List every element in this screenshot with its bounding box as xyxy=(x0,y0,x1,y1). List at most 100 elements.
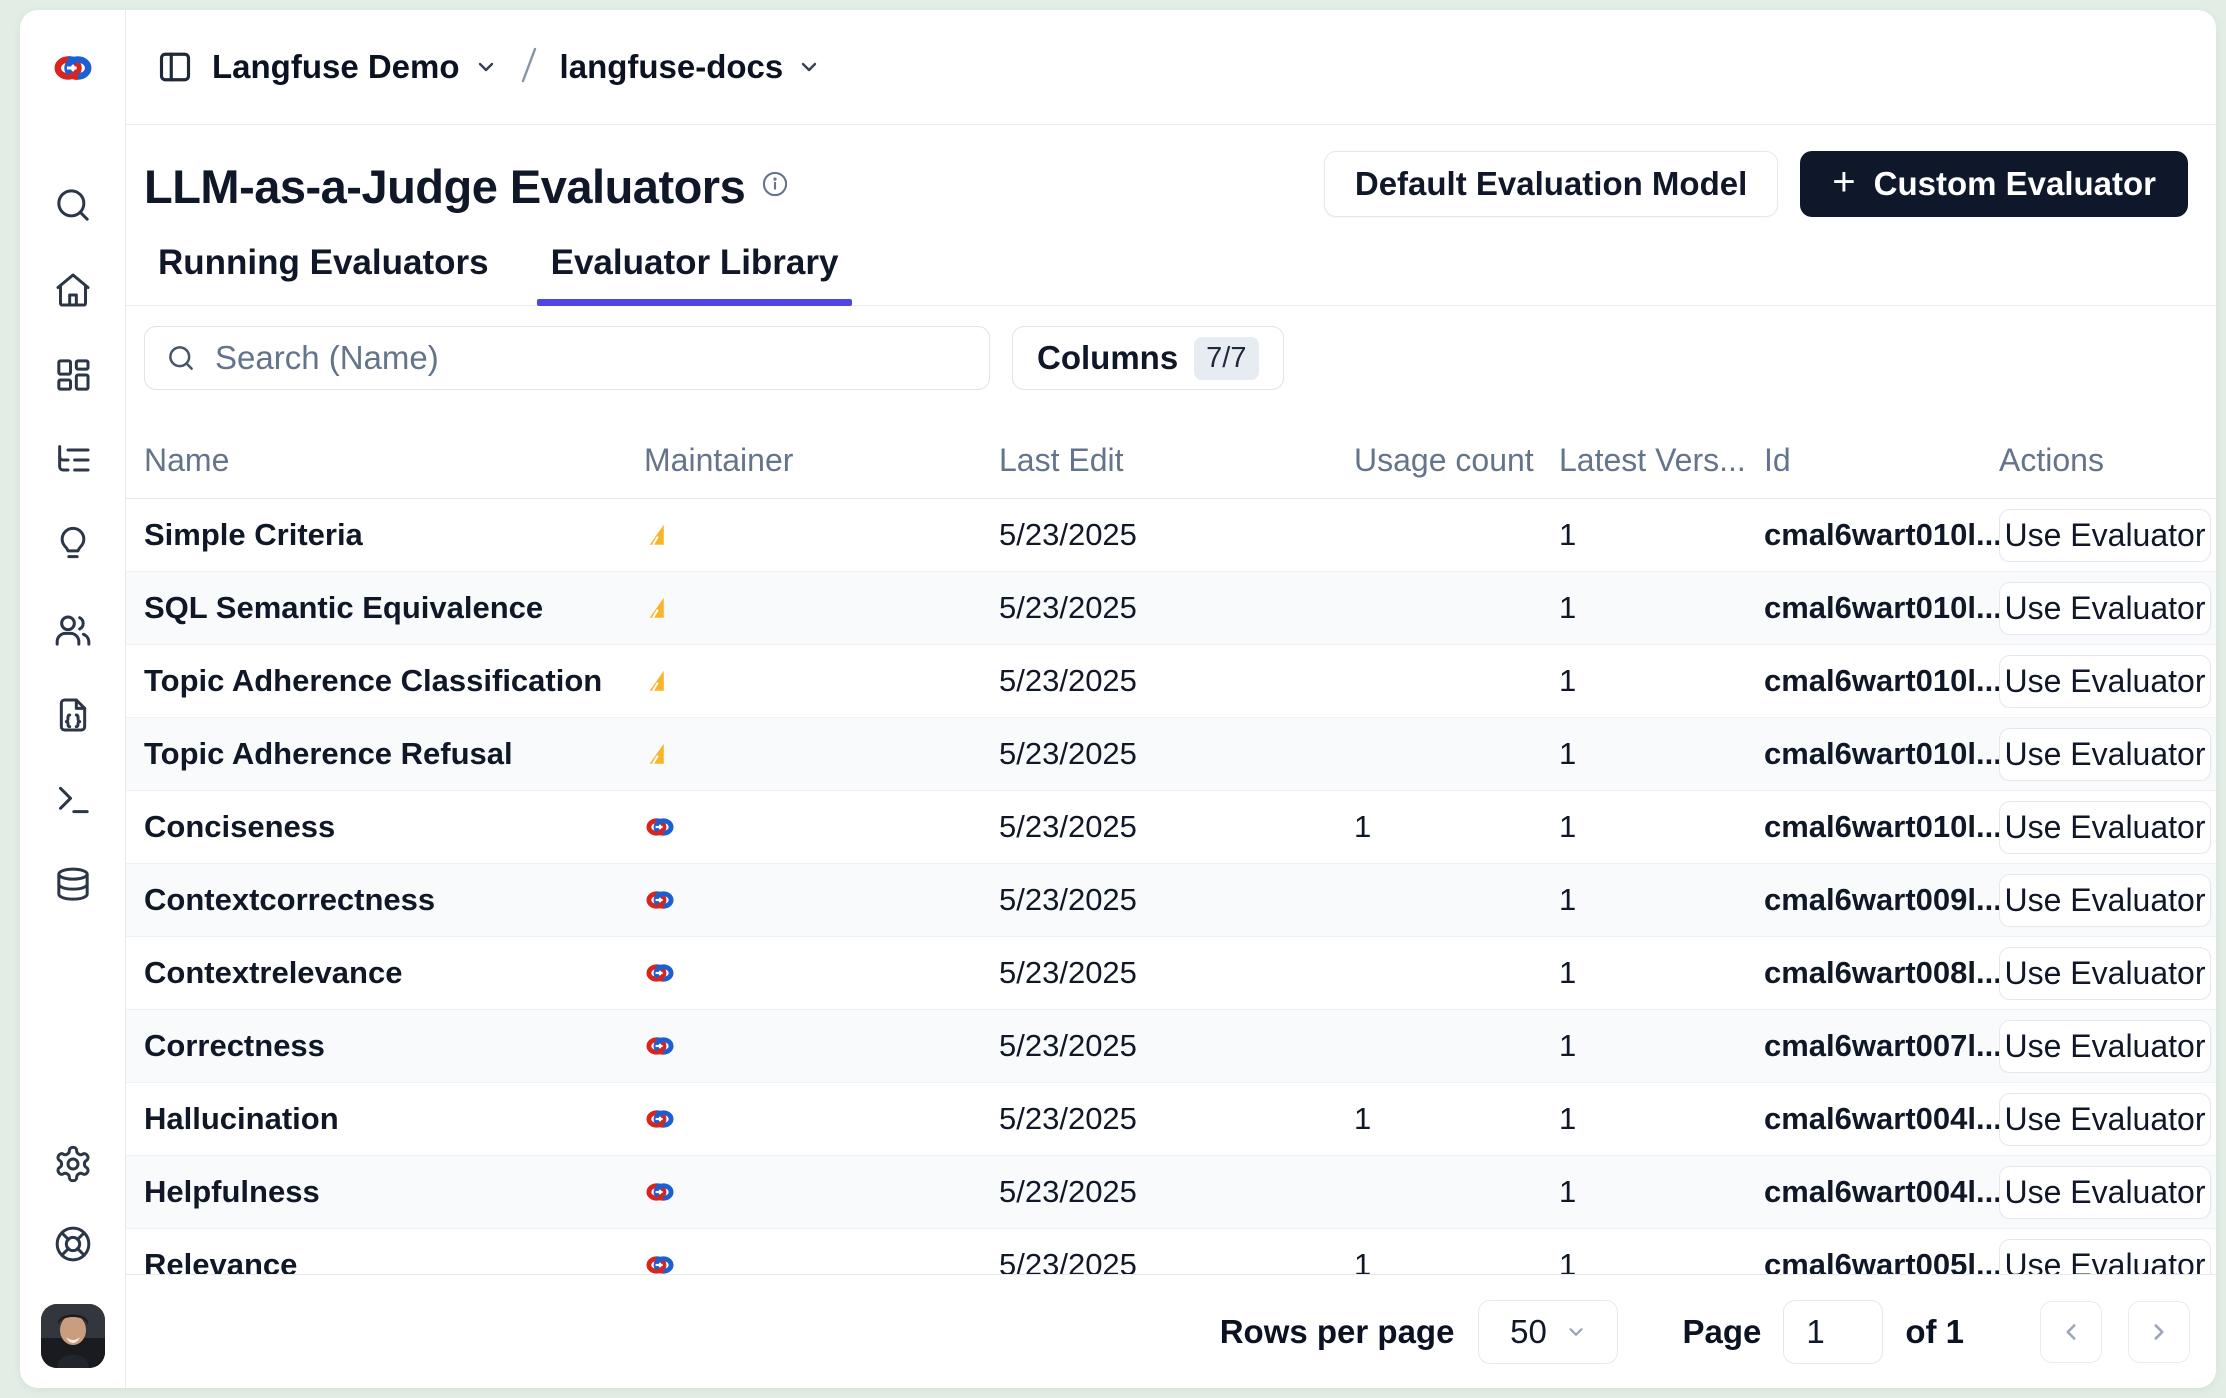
use-evaluator-button[interactable]: Use Evaluator xyxy=(1999,728,2211,781)
ragas-maintainer-icon xyxy=(644,741,999,767)
langfuse-maintainer-icon xyxy=(644,887,999,913)
evaluator-id: cmal6wart004l... xyxy=(1764,1174,1999,1210)
table-row[interactable]: Contextcorrectness 5/23/2025 1 cmal6wart… xyxy=(126,864,2216,937)
column-header-last-edit[interactable]: Last Edit xyxy=(999,442,1354,479)
file-code-icon[interactable] xyxy=(53,695,93,735)
table-row[interactable]: SQL Semantic Equivalence 5/23/2025 1 cma… xyxy=(126,572,2216,645)
sidebar-footer xyxy=(41,1144,105,1388)
langfuse-logo-icon[interactable] xyxy=(20,10,125,125)
evaluator-id: cmal6wart007l... xyxy=(1764,1028,1999,1064)
rows-per-page-select[interactable]: 50 xyxy=(1478,1300,1618,1364)
columns-count-badge: 7/7 xyxy=(1194,337,1258,380)
tab-running-evaluators[interactable]: Running Evaluators xyxy=(144,243,503,305)
evaluator-id: cmal6wart010l... xyxy=(1764,736,1999,772)
use-evaluator-button[interactable]: Use Evaluator xyxy=(1999,509,2211,562)
page-total-label: of 1 xyxy=(1905,1313,1964,1351)
table-body: Simple Criteria 5/23/2025 1 cmal6wart010… xyxy=(126,499,2216,1302)
latest-version-value: 1 xyxy=(1559,736,1764,772)
home-icon[interactable] xyxy=(53,270,93,310)
page-number-input[interactable] xyxy=(1783,1300,1883,1364)
use-evaluator-button[interactable]: Use Evaluator xyxy=(1999,655,2211,708)
use-evaluator-button[interactable]: Use Evaluator xyxy=(1999,874,2211,927)
evaluator-name: Conciseness xyxy=(144,809,644,845)
table-row[interactable]: Topic Adherence Classification 5/23/2025… xyxy=(126,645,2216,718)
page-header: LLM-as-a-Judge Evaluators Default Evalua… xyxy=(126,125,2216,217)
column-header-maintainer[interactable]: Maintainer xyxy=(644,442,999,479)
app-window: Langfuse Demo langfuse-docs LLM-as-a-Jud… xyxy=(20,10,2216,1388)
user-avatar[interactable] xyxy=(41,1304,105,1368)
dashboard-grid-icon[interactable] xyxy=(53,355,93,395)
ragas-maintainer-icon xyxy=(644,522,999,548)
evaluator-id: cmal6wart004l... xyxy=(1764,1101,1999,1137)
project-name[interactable]: langfuse-docs xyxy=(560,48,784,86)
use-evaluator-button[interactable]: Use Evaluator xyxy=(1999,582,2211,635)
column-header-latest-version[interactable]: Latest Vers... xyxy=(1559,442,1764,479)
column-header-usage-count[interactable]: Usage count xyxy=(1354,442,1559,479)
column-header-name[interactable]: Name xyxy=(144,442,644,479)
latest-version-value: 1 xyxy=(1559,955,1764,991)
table-row[interactable]: Correctness 5/23/2025 1 cmal6wart007l...… xyxy=(126,1010,2216,1083)
terminal-icon[interactable] xyxy=(53,780,93,820)
table-row[interactable]: Contextrelevance 5/23/2025 1 cmal6wart00… xyxy=(126,937,2216,1010)
default-evaluation-model-button[interactable]: Default Evaluation Model xyxy=(1324,151,1778,217)
users-icon[interactable] xyxy=(53,610,93,650)
settings-gear-icon[interactable] xyxy=(53,1144,93,1184)
chevron-left-icon xyxy=(2058,1319,2084,1345)
search-input[interactable] xyxy=(144,326,990,390)
breadcrumb-slash xyxy=(516,44,542,91)
chevron-down-icon xyxy=(1565,1321,1587,1343)
ragas-maintainer-icon xyxy=(644,668,999,694)
latest-version-value: 1 xyxy=(1559,1174,1764,1210)
life-buoy-icon[interactable] xyxy=(53,1224,93,1264)
evaluator-name: Topic Adherence Classification xyxy=(144,663,644,699)
latest-version-value: 1 xyxy=(1559,1028,1764,1064)
list-tree-icon[interactable] xyxy=(53,440,93,480)
use-evaluator-button[interactable]: Use Evaluator xyxy=(1999,1020,2211,1073)
pagination-bar: Rows per page 50 Page of 1 xyxy=(126,1274,2216,1388)
custom-evaluator-button[interactable]: + Custom Evaluator xyxy=(1800,151,2188,217)
table-row[interactable]: Hallucination 5/23/2025 1 1 cmal6wart004… xyxy=(126,1083,2216,1156)
evaluator-id: cmal6wart009l... xyxy=(1764,882,1999,918)
use-evaluator-button[interactable]: Use Evaluator xyxy=(1999,1166,2211,1219)
evaluator-id: cmal6wart008l... xyxy=(1764,955,1999,991)
evaluator-id: cmal6wart010l... xyxy=(1764,809,1999,845)
table-row[interactable]: Helpfulness 5/23/2025 1 cmal6wart004l...… xyxy=(126,1156,2216,1229)
sidebar-toggle-icon[interactable] xyxy=(156,48,194,86)
use-evaluator-button[interactable]: Use Evaluator xyxy=(1999,1093,2211,1146)
use-evaluator-button[interactable]: Use Evaluator xyxy=(1999,947,2211,1000)
latest-version-value: 1 xyxy=(1559,1101,1764,1137)
lightbulb-icon[interactable] xyxy=(53,525,93,565)
info-icon[interactable] xyxy=(761,170,789,203)
previous-page-button[interactable] xyxy=(2040,1301,2102,1363)
use-evaluator-button[interactable]: Use Evaluator xyxy=(1999,801,2211,854)
evaluator-id: cmal6wart010l... xyxy=(1764,517,1999,553)
table-row[interactable]: Topic Adherence Refusal 5/23/2025 1 cmal… xyxy=(126,718,2216,791)
page-title: LLM-as-a-Judge Evaluators xyxy=(144,159,745,214)
rows-per-page-value: 50 xyxy=(1510,1313,1547,1351)
latest-version-value: 1 xyxy=(1559,809,1764,845)
main-area: Langfuse Demo langfuse-docs LLM-as-a-Jud… xyxy=(126,10,2216,1388)
table-row[interactable]: Conciseness 5/23/2025 1 1 cmal6wart010l.… xyxy=(126,791,2216,864)
tab-bar: Running Evaluators Evaluator Library xyxy=(126,243,2216,306)
chevron-down-icon[interactable] xyxy=(797,55,821,79)
table-row[interactable]: Simple Criteria 5/23/2025 1 cmal6wart010… xyxy=(126,499,2216,572)
evaluator-name: Correctness xyxy=(144,1028,644,1064)
columns-button[interactable]: Columns 7/7 xyxy=(1012,326,1284,390)
search-icon[interactable] xyxy=(53,185,93,225)
evaluator-name: SQL Semantic Equivalence xyxy=(144,590,644,626)
next-page-button[interactable] xyxy=(2128,1301,2190,1363)
sidebar xyxy=(20,10,126,1388)
column-header-id[interactable]: Id xyxy=(1764,442,1999,479)
last-edit-date: 5/23/2025 xyxy=(999,663,1354,699)
last-edit-date: 5/23/2025 xyxy=(999,517,1354,553)
plus-icon: + xyxy=(1832,162,1855,202)
chevron-down-icon[interactable] xyxy=(474,55,498,79)
database-icon[interactable] xyxy=(53,865,93,905)
last-edit-date: 5/23/2025 xyxy=(999,590,1354,626)
evaluator-id: cmal6wart010l... xyxy=(1764,590,1999,626)
tab-evaluator-library[interactable]: Evaluator Library xyxy=(537,243,853,305)
latest-version-value: 1 xyxy=(1559,517,1764,553)
organization-name[interactable]: Langfuse Demo xyxy=(212,48,460,86)
langfuse-maintainer-icon xyxy=(644,1106,999,1132)
column-header-actions[interactable]: Actions xyxy=(1999,442,2216,479)
